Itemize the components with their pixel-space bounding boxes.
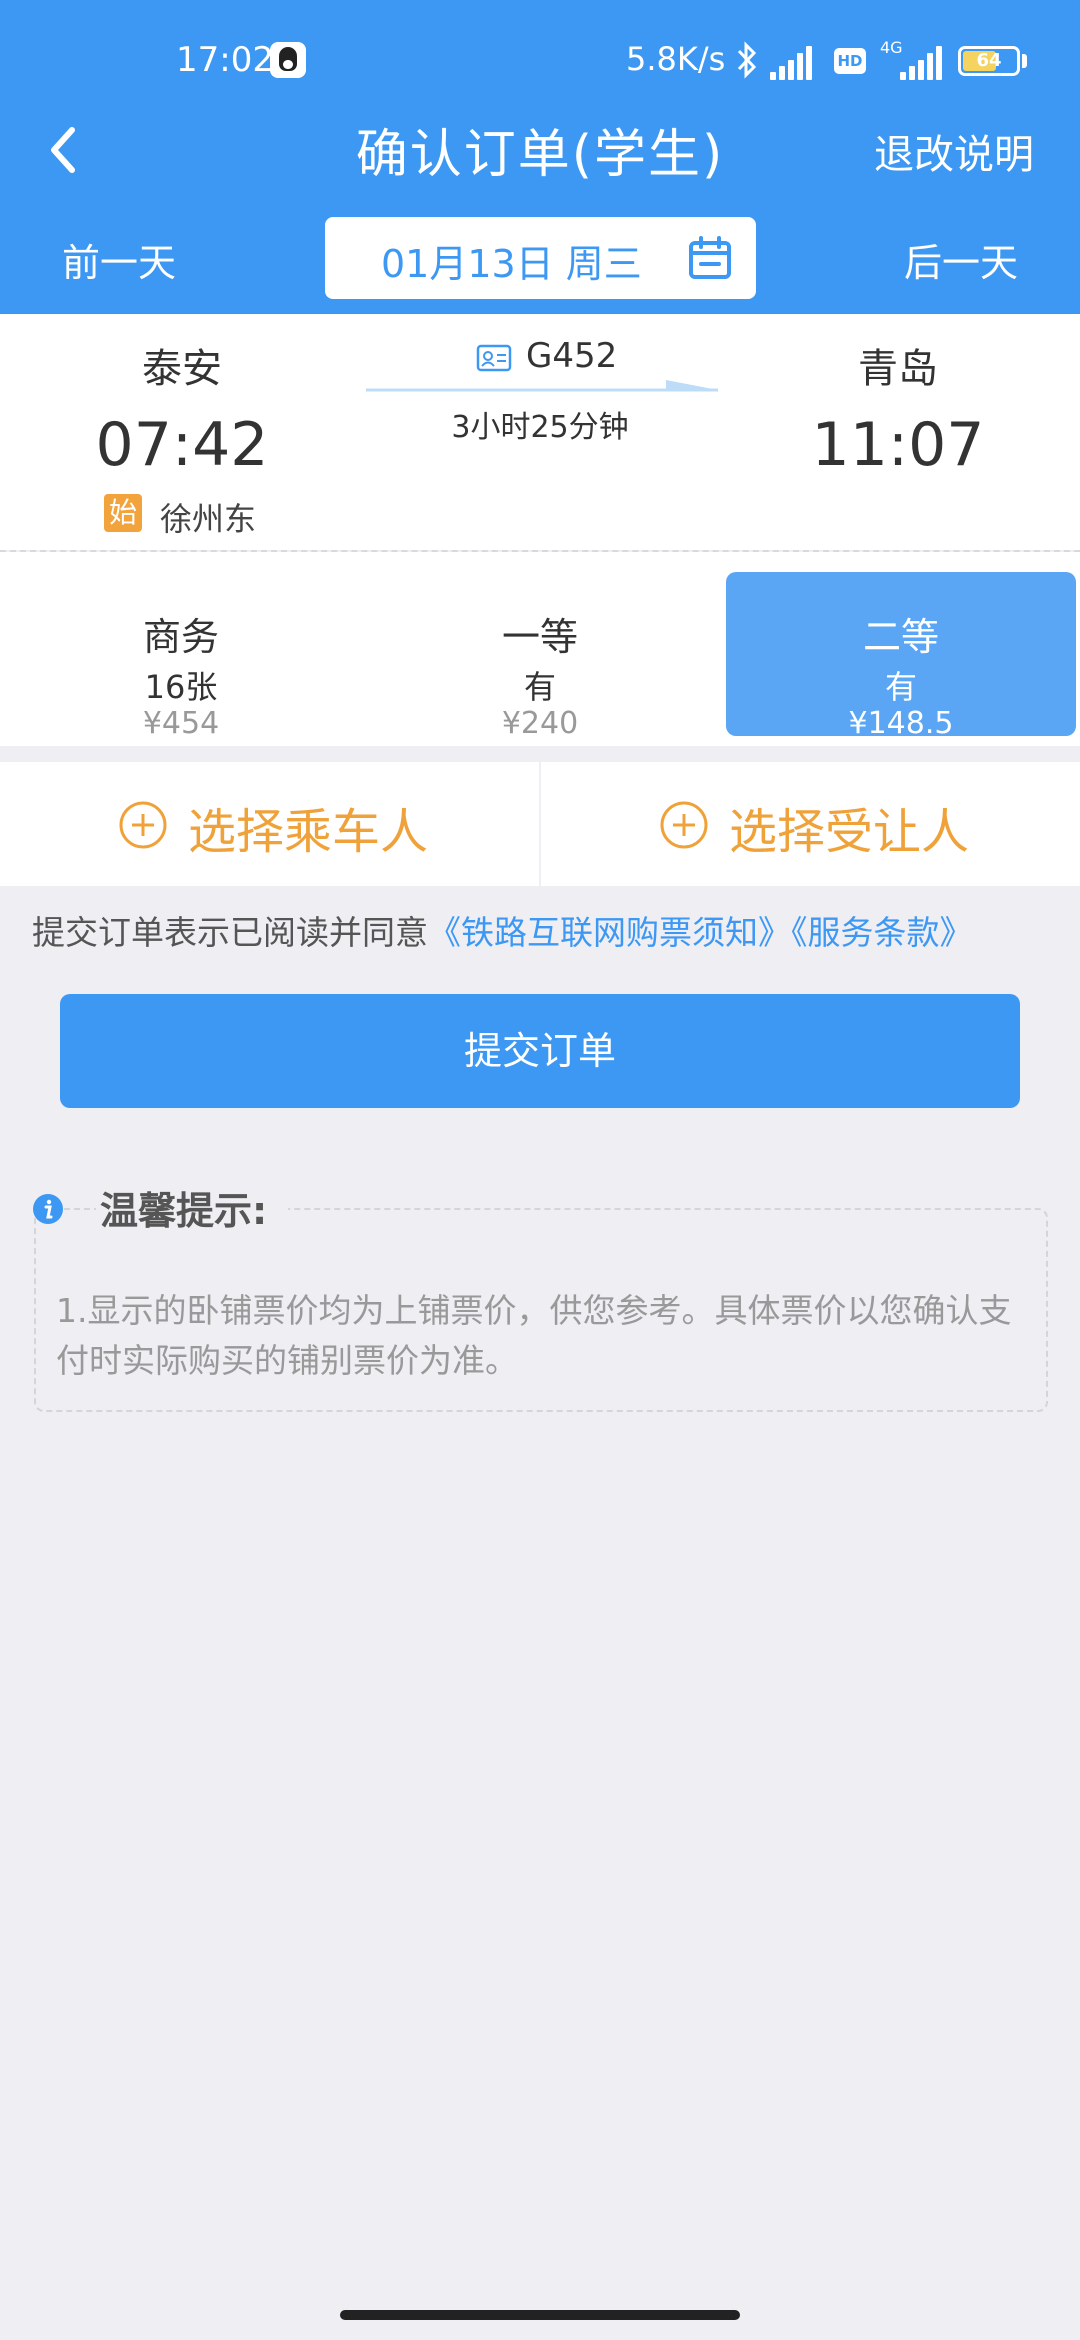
purchase-notice-link[interactable]: 《铁路互联网购票须知》 — [428, 913, 791, 952]
origin-badge: 始 — [104, 494, 142, 532]
trip-duration: 3小时25分钟 — [451, 410, 629, 445]
to-station: 青岛 — [858, 346, 938, 392]
departure-time: 07:42 — [95, 410, 269, 480]
id-card-icon — [476, 344, 512, 372]
agreement-prefix: 提交订单表示已阅读并同意 — [32, 913, 428, 952]
passenger-selection: 选择乘车人 选择受让人 — [0, 762, 1080, 886]
train-info-card: 泰安 07:42 始 徐州东 G452 3小时25分钟 青岛 11:07 — [0, 314, 1080, 550]
select-beneficiary-label: 选择受让人 — [729, 804, 970, 860]
qq-notification-icon — [270, 42, 306, 78]
status-bar: 17:02 5.8K/s HD 4G 64 — [0, 0, 1080, 122]
prev-day-button[interactable]: 前一天 — [62, 232, 176, 287]
seat-name: 二等 — [862, 615, 939, 659]
battery-icon: 64 — [958, 46, 1020, 76]
agreement-text: 提交订单表示已阅读并同意《铁路互联网购票须知》《服务条款》 — [32, 906, 973, 954]
train-number[interactable]: G452 — [526, 336, 617, 376]
date-picker[interactable]: 01月13日 周三 — [325, 217, 756, 299]
tips-title: 温馨提示: — [100, 1189, 268, 1233]
seat-price: ¥240 — [501, 706, 579, 741]
signal-4g-icon — [900, 44, 944, 80]
hd-badge: HD — [834, 48, 866, 74]
network-speed: 5.8K/s — [626, 40, 726, 78]
route-arrow — [366, 380, 718, 392]
seat-price: ¥148.5 — [848, 706, 954, 741]
signal-icon — [770, 44, 814, 80]
seat-class-selector: 商务 16张 ¥454 一等 有 ¥240 二等 有 ¥148.5 — [0, 552, 1080, 746]
select-beneficiary-button[interactable]: 选择受让人 — [541, 762, 1080, 886]
status-time: 17:02 — [176, 40, 274, 80]
seat-name: 一等 — [501, 615, 578, 659]
terms-of-service-link[interactable]: 《服务条款》 — [791, 913, 973, 952]
select-passenger-button[interactable]: 选择乘车人 — [0, 762, 539, 886]
home-indicator[interactable] — [340, 2310, 740, 2320]
seat-name: 商务 — [142, 615, 219, 659]
select-passenger-label: 选择乘车人 — [188, 804, 429, 860]
seat-availability: 有 — [523, 668, 556, 706]
add-circle-icon — [660, 801, 708, 849]
submit-order-button[interactable]: 提交订单 — [60, 994, 1020, 1108]
from-station: 泰安 — [142, 346, 222, 392]
battery-level: 64 — [976, 50, 1002, 71]
info-icon — [33, 1194, 63, 1224]
origin-station: 徐州东 — [160, 500, 257, 538]
add-circle-icon — [119, 801, 167, 849]
tips-content: 1.显示的卧铺票价均为上铺票价，供您参考。具体票价以您确认支付时实际购买的铺别票… — [56, 1291, 1012, 1380]
date-text: 01月13日 周三 — [381, 242, 642, 286]
arrival-time: 11:07 — [811, 410, 985, 480]
seat-option-second-class[interactable]: 二等 有 ¥148.5 — [726, 572, 1076, 741]
seat-option-business[interactable]: 商务 16张 ¥454 — [6, 572, 356, 741]
refund-policy-link[interactable]: 退改说明 — [874, 122, 1034, 180]
next-day-button[interactable]: 后一天 — [904, 232, 1018, 287]
seat-option-first-class[interactable]: 一等 有 ¥240 — [365, 572, 715, 741]
seat-availability: 16张 — [144, 668, 218, 706]
header: 17:02 5.8K/s HD 4G 64 确认订单(学生) 退改说明 前一天 … — [0, 0, 1080, 314]
seat-availability: 有 — [884, 668, 917, 706]
bluetooth-icon — [737, 41, 757, 79]
battery-tip — [1022, 54, 1027, 68]
calendar-icon — [689, 236, 731, 279]
seat-price: ¥454 — [142, 706, 220, 741]
